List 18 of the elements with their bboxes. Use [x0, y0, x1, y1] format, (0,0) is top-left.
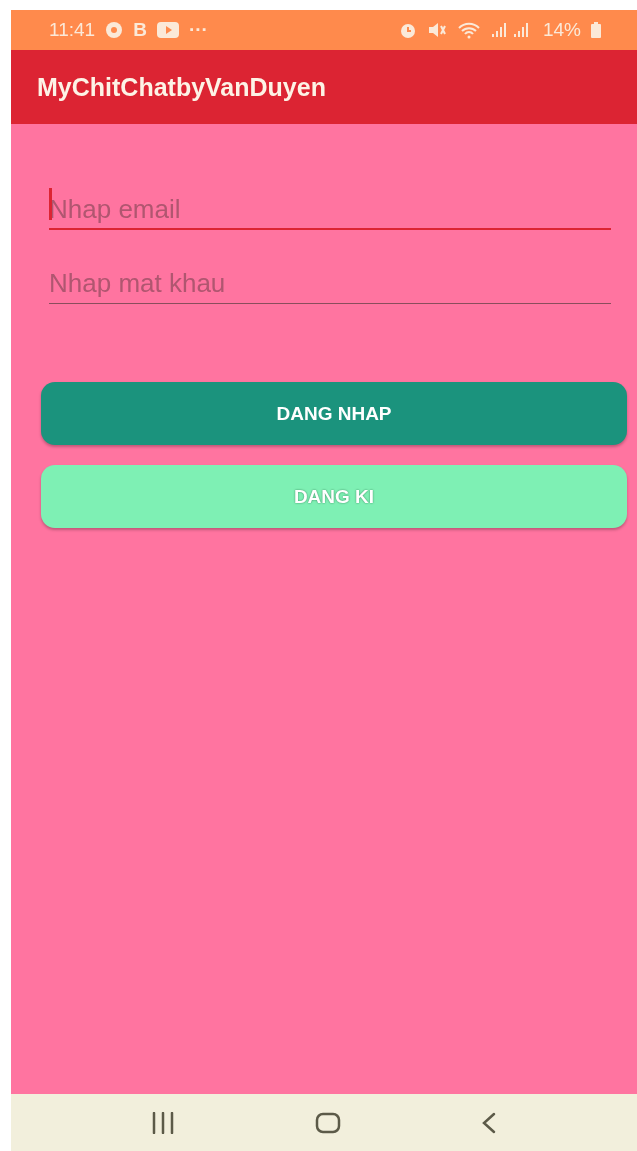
alarm-icon [398, 21, 417, 39]
battery-icon [591, 22, 601, 38]
mute-icon [426, 21, 447, 39]
wifi-icon [456, 21, 481, 39]
more-text: ··· [188, 19, 208, 41]
input-field[interactable]: Nhap email [49, 186, 611, 230]
back-icon[interactable] [481, 1111, 497, 1134]
status-time: 11:41 [49, 19, 96, 41]
recents-icon[interactable] [151, 1111, 175, 1134]
app-title: MyChitChatbyVanDuyen [37, 72, 326, 102]
battery-percent: 14% [542, 19, 581, 41]
app-letter: B [133, 19, 147, 41]
video-icon [156, 22, 179, 38]
input-field[interactable]: Nhap mat khau [49, 260, 611, 304]
home-icon[interactable] [315, 1111, 341, 1134]
aperture-icon [105, 21, 124, 39]
login-button[interactable]: DANG NHAP [41, 382, 627, 445]
text-cursor [49, 188, 52, 220]
